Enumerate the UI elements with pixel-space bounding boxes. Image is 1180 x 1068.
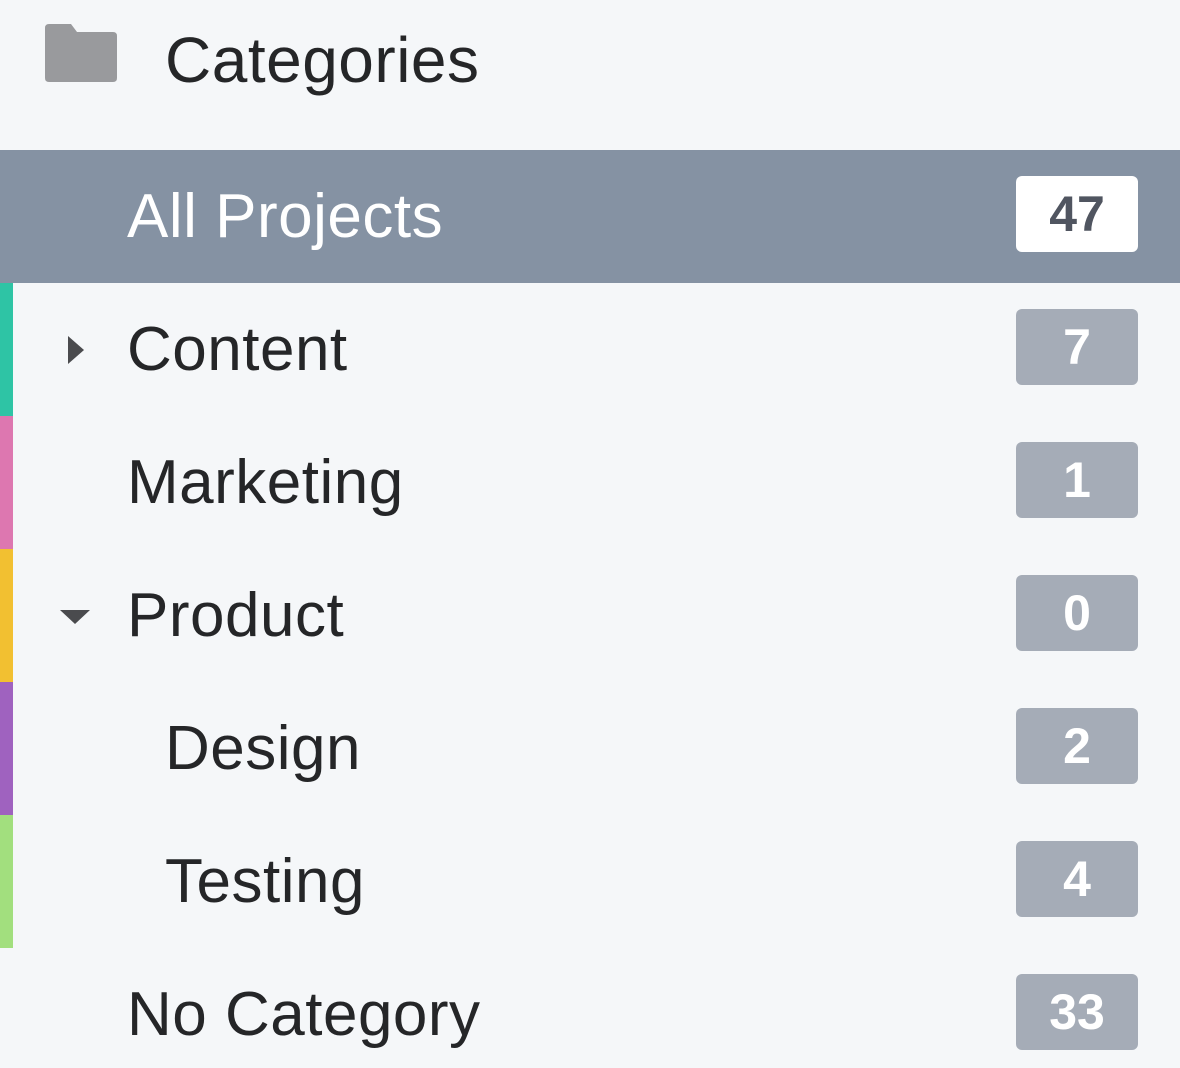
color-stripe <box>0 549 13 682</box>
count-badge: 4 <box>1016 841 1138 917</box>
category-label: Content <box>127 315 348 384</box>
category-item-product[interactable]: Product 0 <box>0 549 1180 682</box>
color-stripe <box>0 682 13 815</box>
caret-right-icon[interactable] <box>55 283 95 416</box>
color-stripe <box>0 815 13 948</box>
category-item-testing[interactable]: Testing 4 <box>0 815 1180 948</box>
caret-down-icon[interactable] <box>55 549 95 682</box>
count-badge: 33 <box>1016 974 1138 1050</box>
count-badge: 2 <box>1016 708 1138 784</box>
categories-header: Categories <box>0 0 1180 150</box>
count-badge: 47 <box>1016 176 1138 252</box>
count-badge: 7 <box>1016 309 1138 385</box>
categories-title: Categories <box>165 24 480 96</box>
category-item-marketing[interactable]: Marketing 1 <box>0 416 1180 549</box>
category-item-design[interactable]: Design 2 <box>0 682 1180 815</box>
category-list: All Projects 47 Content 7 Marketing 1 Pr… <box>0 150 1180 1068</box>
color-stripe <box>0 416 13 549</box>
category-item-no-category[interactable]: No Category 33 <box>0 948 1180 1068</box>
categories-panel: Categories All Projects 47 Content 7 Mar… <box>0 0 1180 1068</box>
category-label: Marketing <box>127 448 404 517</box>
count-badge: 0 <box>1016 575 1138 651</box>
color-stripe <box>0 283 13 416</box>
count-badge: 1 <box>1016 442 1138 518</box>
category-label: Design <box>165 714 361 783</box>
category-label: No Category <box>127 980 481 1049</box>
category-label: Product <box>127 581 345 650</box>
category-label: Testing <box>165 847 365 916</box>
category-item-content[interactable]: Content 7 <box>0 283 1180 416</box>
category-label: All Projects <box>127 182 444 251</box>
folder-icon <box>45 24 117 82</box>
category-item-all-projects[interactable]: All Projects 47 <box>0 150 1180 283</box>
